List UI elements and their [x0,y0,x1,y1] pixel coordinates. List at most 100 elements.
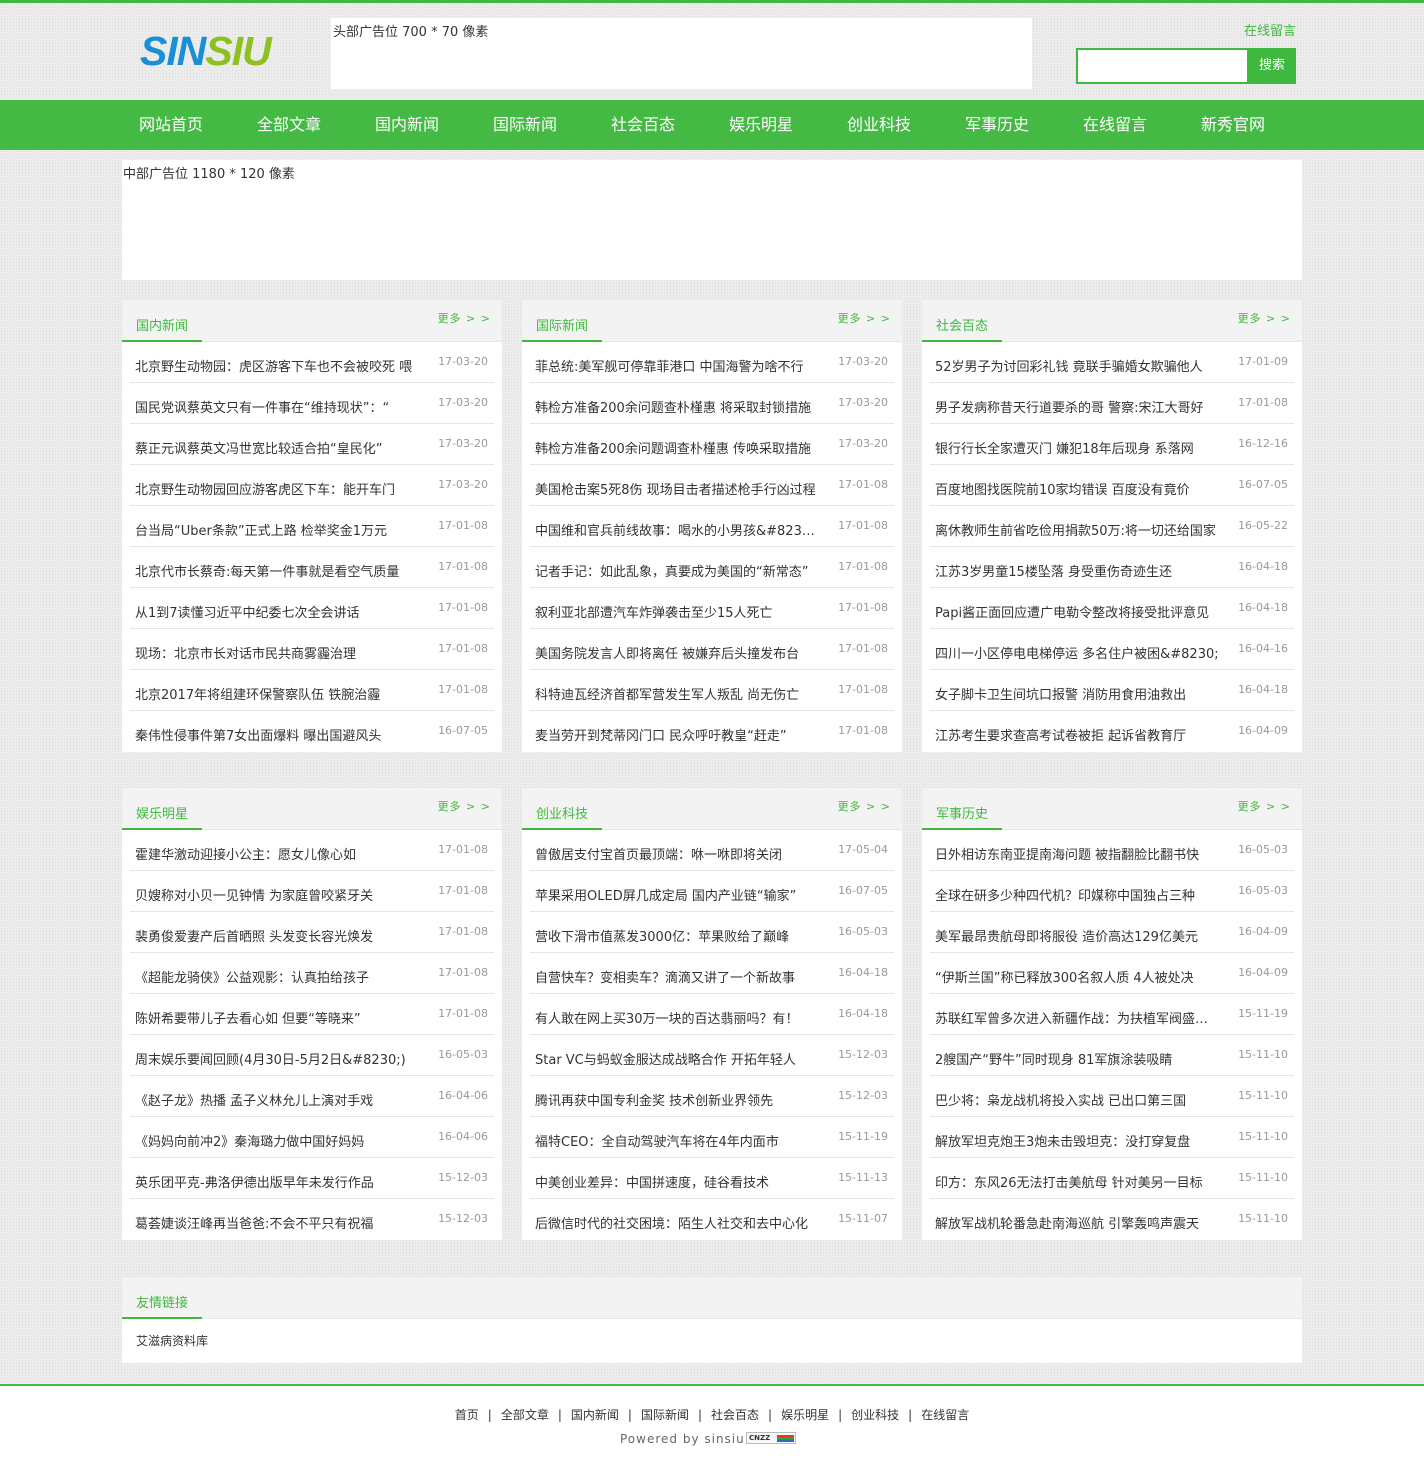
news-item[interactable]: 印方：东风26无法打击美航母 针对美另一目标 15-11-10 [930,1158,1294,1199]
news-item-title[interactable]: 《赵子龙》热播 孟子义林允儿上演对手戏 [135,1090,420,1109]
news-item-title[interactable]: 解放军战机轮番急赴南海巡航 引擎轰鸣声震天 [935,1213,1220,1232]
news-item-title[interactable]: 中国维和官兵前线故事：喝水的小男孩&#8230;&#8230; [535,520,820,539]
news-item-title[interactable]: 2艘国产“野牛”同时现身 81军旗涂装吸睛 [935,1049,1220,1068]
news-item-title[interactable]: 四川一小区停电电梯停运 多名住户被困&#8230; [935,643,1220,662]
news-item-title[interactable]: 日外相访东南亚提南海问题 被指翻脸比翻书快 [935,844,1220,863]
news-item[interactable]: 叙利亚北部遭汽车炸弹袭击至少15人死亡 17-01-08 [530,588,894,629]
more-link[interactable]: 更多 > > [438,798,491,814]
news-item[interactable]: 科特迪瓦经济首都军营发生军人叛乱 尚无伤亡 17-01-08 [530,670,894,711]
online-message-link[interactable]: 在线留言 [1244,20,1296,39]
news-item[interactable]: 蔡正元讽蔡英文冯世宽比较适合拍“皇民化” 17-03-20 [130,424,494,465]
news-item-title[interactable]: 后微信时代的社交困境：陌生人社交和去中心化 [535,1213,820,1232]
section-title[interactable]: 国际新闻 [522,312,603,342]
news-item[interactable]: 解放军战机轮番急赴南海巡航 引擎轰鸣声震天 15-11-10 [930,1199,1294,1240]
news-item[interactable]: 中国维和官兵前线故事：喝水的小男孩&#8230;&#8230; 17-01-08 [530,506,894,547]
news-item-title[interactable]: 巴少将：枭龙战机将投入实战 已出口第三国 [935,1090,1220,1109]
section-title[interactable]: 军事历史 [922,800,1003,830]
news-item[interactable]: 四川一小区停电电梯停运 多名住户被困&#8230; 16-04-16 [930,629,1294,670]
news-item[interactable]: 北京代市长蔡奇:每天第一件事就是看空气质量 17-01-08 [130,547,494,588]
news-item-title[interactable]: 全球在研多少种四代机？印媒称中国独占三种 [935,885,1220,904]
news-item-title[interactable]: 百度地图找医院前10家均错误 百度没有竟价 [935,479,1220,498]
news-item-title[interactable]: 男子发病称昔天行道要杀的哥 警察:宋江大哥好 [935,397,1220,416]
nav-item-domestic-news[interactable]: 国内新闻 [348,100,466,150]
news-item[interactable]: 有人敢在网上买30万一块的百达翡丽吗？有！ 16-04-18 [530,994,894,1035]
news-item-title[interactable]: 秦伟性侵事件第7女出面爆料 曝出国避风头 [135,725,420,744]
news-item[interactable]: 贝嫂称对小贝一见钟情 为家庭曾咬紧牙关 17-01-08 [130,871,494,912]
site-logo[interactable]: SINSIU [140,27,272,75]
news-item-title[interactable]: 中美创业差异：中国拼速度，硅谷看技术 [535,1172,820,1191]
news-item-title[interactable]: 葛荟婕谈汪峰再当爸爸:不会不平只有祝福 [135,1213,420,1232]
news-item-title[interactable]: 离休教师生前省吃俭用捐款50万:将一切还给国家 [935,520,1220,539]
news-item-title[interactable]: 从1到7读懂习近平中纪委七次全会讲话 [135,602,420,621]
news-item[interactable]: 营收下滑市值蒸发3000亿：苹果败给了巅峰 16-05-03 [530,912,894,953]
news-item[interactable]: “伊斯兰国”称已释放300名叙人质 4人被处决 16-04-09 [930,953,1294,994]
friend-link[interactable]: 艾滋病资料库 [136,1334,208,1348]
news-item-title[interactable]: Papi酱正面回应遭广电勒令整改将接受批评意见 [935,602,1220,621]
footer-link-home[interactable]: 首页 [455,1408,479,1422]
news-item[interactable]: 韩检方准备200余问题查朴槿惠 将采取封锁措施 17-03-20 [530,383,894,424]
news-item-title[interactable]: 霍建华激动迎接小公主：愿女儿像心如 [135,844,420,863]
news-item[interactable]: 记者手记：如此乱象，真要成为美国的“新常态” 17-01-08 [530,547,894,588]
news-item[interactable]: 北京野生动物园：虎区游客下车也不会被咬死 喂 17-03-20 [130,342,494,383]
search-input[interactable] [1076,48,1249,84]
news-item[interactable]: 北京2017年将组建环保警察队伍 铁腕治霾 17-01-08 [130,670,494,711]
news-item[interactable]: 英乐团平克-弗洛伊德出版早年未发行作品 15-12-03 [130,1158,494,1199]
news-item-title[interactable]: 贝嫂称对小贝一见钟情 为家庭曾咬紧牙关 [135,885,420,904]
news-item[interactable]: 《超能龙骑侠》公益观影：认真拍给孩子 17-01-08 [130,953,494,994]
news-item[interactable]: 从1到7读懂习近平中纪委七次全会讲话 17-01-08 [130,588,494,629]
news-item[interactable]: 美国务院发言人即将离任 被嫌弃后头撞发布台 17-01-08 [530,629,894,670]
cnzz-stats-badge[interactable]: CNZZ [746,1432,796,1444]
news-item[interactable]: 陈妍希要带儿子去看心如 但要“等晓来” 17-01-08 [130,994,494,1035]
search-button[interactable]: 搜索 [1248,48,1296,84]
news-item[interactable]: 全球在研多少种四代机？印媒称中国独占三种 16-05-03 [930,871,1294,912]
news-item-title[interactable]: 现场：北京市长对话市民共商雾霾治理 [135,643,420,662]
news-item[interactable]: 百度地图找医院前10家均错误 百度没有竟价 16-07-05 [930,465,1294,506]
news-item-title[interactable]: Star VC与蚂蚁金服达成战略合作 开拓年轻人 [535,1049,820,1068]
news-item[interactable]: 台当局“Uber条款”正式上路 检举奖金1万元 17-01-08 [130,506,494,547]
news-item[interactable]: 秦伟性侵事件第7女出面爆料 曝出国避风头 16-07-05 [130,711,494,752]
news-item-title[interactable]: “伊斯兰国”称已释放300名叙人质 4人被处决 [935,967,1220,986]
news-item[interactable]: 美军最昂贵航母即将服役 造价高达129亿美元 16-04-09 [930,912,1294,953]
news-item[interactable]: 52岁男子为讨回彩礼钱 竟联手骗婚女欺骗他人 17-01-09 [930,342,1294,383]
news-item[interactable]: 《赵子龙》热播 孟子义林允儿上演对手戏 16-04-06 [130,1076,494,1117]
news-item-title[interactable]: 韩检方准备200余问题调查朴槿惠 传唤采取措施 [535,438,820,457]
nav-item-all-articles[interactable]: 全部文章 [230,100,348,150]
news-item[interactable]: 北京野生动物园回应游客虎区下车：能开车门 17-03-20 [130,465,494,506]
footer-link-society[interactable]: 社会百态 [711,1408,759,1422]
footer-link-international-news[interactable]: 国际新闻 [641,1408,689,1422]
news-item[interactable]: 后微信时代的社交困境：陌生人社交和去中心化 15-11-07 [530,1199,894,1240]
nav-item-society[interactable]: 社会百态 [584,100,702,150]
news-item[interactable]: 周末娱乐要闻回顾(4月30日-5月2日&#8230;) 16-05-03 [130,1035,494,1076]
section-title[interactable]: 娱乐明星 [122,800,203,830]
news-item-title[interactable]: 苏联红军曾多次进入新疆作战：为扶植军阀盛世才 [935,1008,1220,1027]
news-item[interactable]: 韩检方准备200余问题调查朴槿惠 传唤采取措施 17-03-20 [530,424,894,465]
footer-link-online-message[interactable]: 在线留言 [921,1408,969,1422]
news-item-title[interactable]: 蔡正元讽蔡英文冯世宽比较适合拍“皇民化” [135,438,420,457]
footer-link-startup-tech[interactable]: 创业科技 [851,1408,899,1422]
news-item[interactable]: 国民党讽蔡英文只有一件事在“维持现状”：“ 17-03-20 [130,383,494,424]
news-item-title[interactable]: 韩检方准备200余问题查朴槿惠 将采取封锁措施 [535,397,820,416]
news-item-title[interactable]: 美军最昂贵航母即将服役 造价高达129亿美元 [935,926,1220,945]
news-item-title[interactable]: 菲总统:美军舰可停靠菲港口 中国海警为啥不行 [535,356,820,375]
more-link[interactable]: 更多 > > [1238,310,1291,326]
news-item-title[interactable]: 裴勇俊爱妻产后首晒照 头发变长容光焕发 [135,926,420,945]
news-item-title[interactable]: 陈妍希要带儿子去看心如 但要“等晓来” [135,1008,420,1027]
news-item-title[interactable]: 有人敢在网上买30万一块的百达翡丽吗？有！ [535,1008,820,1027]
more-link[interactable]: 更多 > > [838,310,891,326]
news-item-title[interactable]: 麦当劳开到梵蒂冈门口 民众呼吁教皇“赶走” [535,725,820,744]
news-item[interactable]: 巴少将：枭龙战机将投入实战 已出口第三国 15-11-10 [930,1076,1294,1117]
news-item[interactable]: Star VC与蚂蚁金服达成战略合作 开拓年轻人 15-12-03 [530,1035,894,1076]
news-item-title[interactable]: 曾傲居支付宝首页最顶端：咻一咻即将关闭 [535,844,820,863]
news-item-title[interactable]: 记者手记：如此乱象，真要成为美国的“新常态” [535,561,820,580]
news-item[interactable]: 福特CEO：全自动驾驶汽车将在4年内面市 15-11-19 [530,1117,894,1158]
news-item-title[interactable]: 福特CEO：全自动驾驶汽车将在4年内面市 [535,1131,820,1150]
news-item-title[interactable]: 英乐团平克-弗洛伊德出版早年未发行作品 [135,1172,420,1191]
news-item[interactable]: 腾讯再获中国专利金奖 技术创新业界领先 15-12-03 [530,1076,894,1117]
news-item-title[interactable]: 江苏3岁男童15楼坠落 身受重伤奇迹生还 [935,561,1220,580]
news-item[interactable]: 银行行长全家遭灭门 嫌犯18年后现身 系落网 16-12-16 [930,424,1294,465]
news-item-title[interactable]: 台当局“Uber条款”正式上路 检举奖金1万元 [135,520,420,539]
news-item[interactable]: 日外相访东南亚提南海问题 被指翻脸比翻书快 16-05-03 [930,830,1294,871]
news-item-title[interactable]: 北京野生动物园回应游客虎区下车：能开车门 [135,479,420,498]
news-item-title[interactable]: 国民党讽蔡英文只有一件事在“维持现状”：“ [135,397,420,416]
news-item[interactable]: Papi酱正面回应遭广电勒令整改将接受批评意见 16-04-18 [930,588,1294,629]
